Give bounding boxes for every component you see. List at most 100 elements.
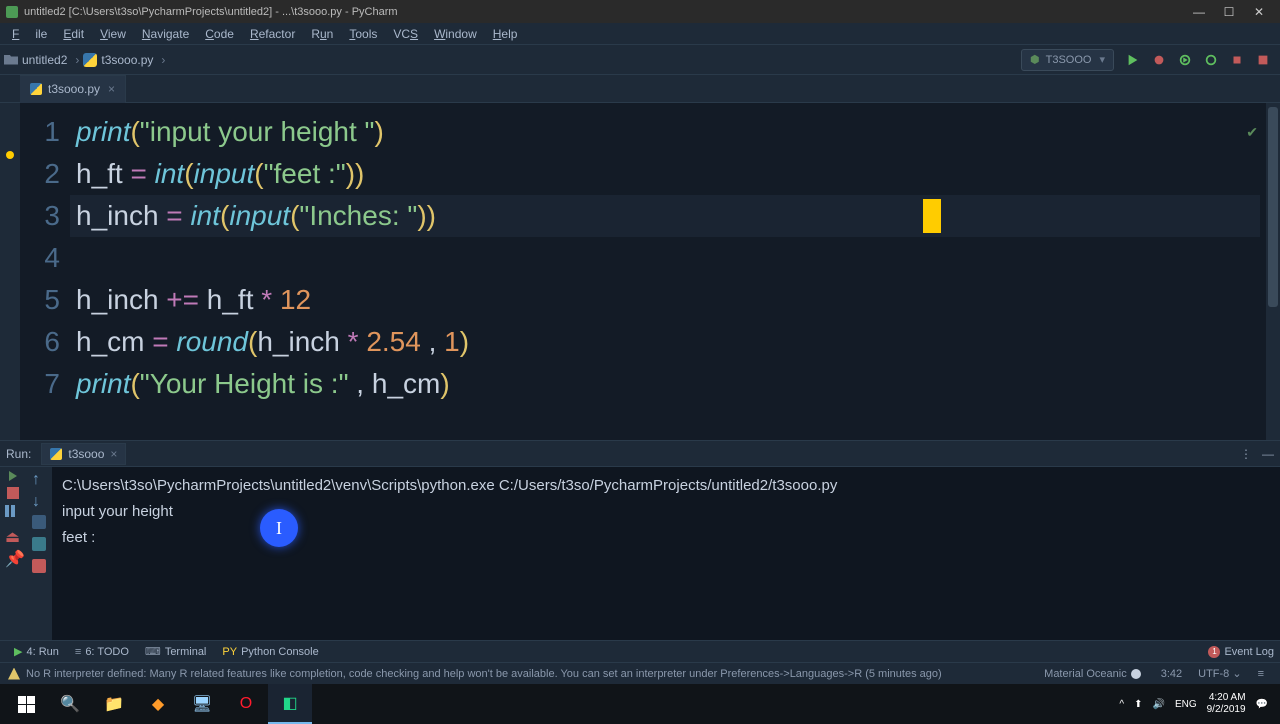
tab-label: t3sooo.py <box>48 82 100 96</box>
run-label: Run: <box>6 447 31 461</box>
tray-chevron-icon[interactable]: ^ <box>1119 699 1124 710</box>
run-coverage-button[interactable] <box>1174 49 1196 71</box>
tool-todo[interactable]: ≡6: TODO <box>67 644 137 660</box>
run-header: Run: t3sooo × ⋮ — <box>0 441 1280 467</box>
pycharm-button[interactable]: ◧ <box>268 684 312 724</box>
menu-window[interactable]: Window <box>426 25 485 43</box>
debug-button[interactable] <box>1148 49 1170 71</box>
folder-icon <box>4 55 18 65</box>
run-toolbar-left-2: ↑ ↓ <box>26 467 52 640</box>
console-line: C:\Users\t3so\PycharmProjects\untitled2\… <box>62 473 1270 499</box>
profile-button[interactable] <box>1200 49 1222 71</box>
pin-icon[interactable]: 📌 <box>5 549 21 565</box>
run-button[interactable] <box>1122 49 1144 71</box>
console-output[interactable]: C:\Users\t3so\PycharmProjects\untitled2\… <box>52 467 1280 640</box>
tray-clock[interactable]: 4:20 AM9/2/2019 <box>1207 692 1246 716</box>
breadcrumb-file[interactable]: t3sooo.py <box>101 53 153 67</box>
menu-refactor[interactable]: Refactor <box>242 25 303 43</box>
code-editor[interactable]: 123 456 7 ✔ print("input your height ") … <box>0 103 1280 440</box>
gutter-marker-icon <box>6 151 14 159</box>
menu-code[interactable]: Code <box>197 25 242 43</box>
editor-tab-row: t3sooo.py × <box>0 75 1280 103</box>
tool-python-console[interactable]: PYPython Console <box>214 644 326 660</box>
code-area[interactable]: ✔ print("input your height ") h_ft = int… <box>70 103 1280 440</box>
tray-volume-icon[interactable]: 🔊 <box>1152 699 1164 710</box>
trash-icon[interactable] <box>32 559 46 573</box>
python-file-icon <box>30 83 42 95</box>
run-toolbar-left: ⏏ 📌 <box>0 467 26 640</box>
run-tool-window: Run: t3sooo × ⋮ — ⏏ 📌 ↑ ↓ C:\Users\t3so\… <box>0 440 1280 640</box>
scrollbar-thumb[interactable] <box>1268 107 1278 307</box>
run-tab-label: t3sooo <box>68 447 104 461</box>
minimize-button[interactable]: — <box>1184 0 1214 23</box>
menu-run[interactable]: Run <box>303 25 341 43</box>
warning-icon <box>8 668 20 680</box>
line-separator-icon[interactable]: ≡ <box>1258 668 1264 680</box>
menu-navigate[interactable]: Navigate <box>134 25 197 43</box>
event-count-badge: 1 <box>1208 646 1220 658</box>
rerun-icon[interactable] <box>9 471 17 481</box>
app-button[interactable]: 🖥 <box>180 684 224 724</box>
sublime-button[interactable]: ◆ <box>136 684 180 724</box>
status-message[interactable]: No R interpreter defined: Many R related… <box>26 668 942 680</box>
bottom-tool-bar: ▶4: Run ≡6: TODO ⌨Terminal PYPython Cons… <box>0 640 1280 662</box>
menu-help[interactable]: Help <box>485 25 526 43</box>
system-tray[interactable]: ^ ⬆ 🔊 ENG 4:20 AM9/2/2019 💬 <box>1119 692 1276 716</box>
tool-terminal[interactable]: ⌨Terminal <box>137 643 214 660</box>
run-tab[interactable]: t3sooo × <box>41 443 126 465</box>
app-icon <box>6 6 18 18</box>
run-config-selector[interactable]: ⬢ T3SOOO ▾ <box>1021 49 1114 71</box>
theme-indicator[interactable]: Material Oceanic <box>1044 668 1145 680</box>
chevron-down-icon: ▾ <box>1099 53 1105 66</box>
tray-network-icon[interactable]: ⬆ <box>1134 699 1142 710</box>
chevron-right-icon: › <box>75 53 79 67</box>
stop-button[interactable] <box>1226 49 1248 71</box>
navigation-bar: untitled2 › t3sooo.py › ⬢ T3SOOO ▾ <box>0 45 1280 75</box>
windows-taskbar: 🔍 📁 ◆ 🖥 O ◧ ^ ⬆ 🔊 ENG 4:20 AM9/2/2019 💬 <box>0 684 1280 724</box>
run-tab-close-icon[interactable]: × <box>110 447 117 461</box>
tool-event-log[interactable]: 1 Event Log <box>1208 646 1274 658</box>
print-icon[interactable] <box>32 537 46 551</box>
window-titlebar: untitled2 [C:\Users\t3so\PycharmProjects… <box>0 0 1280 23</box>
breadcrumb-project[interactable]: untitled2 <box>22 53 67 67</box>
down-icon[interactable]: ↓ <box>32 493 46 507</box>
soft-wrap-icon[interactable] <box>32 515 46 529</box>
editor-scrollbar[interactable] <box>1266 103 1280 440</box>
menu-vcs[interactable]: VCS <box>385 25 426 43</box>
file-explorer-button[interactable]: 📁 <box>92 684 136 724</box>
bug-icon: ⬢ <box>1030 53 1040 66</box>
editor-tab[interactable]: t3sooo.py × <box>20 75 126 103</box>
menu-edit[interactable]: Edit <box>55 25 92 43</box>
menu-bar: File Edit View Navigate Code Refactor Ru… <box>0 23 1280 45</box>
exit-icon[interactable]: ⏏ <box>5 527 21 543</box>
tool-run[interactable]: ▶4: Run <box>6 643 67 660</box>
hide-panel-icon[interactable]: — <box>1262 447 1274 461</box>
window-title: untitled2 [C:\Users\t3so\PycharmProjects… <box>24 6 398 18</box>
tab-close-icon[interactable]: × <box>108 82 115 96</box>
stop-icon[interactable] <box>7 487 19 499</box>
gutter <box>0 103 20 440</box>
pause-icon[interactable] <box>5 505 21 521</box>
menu-file[interactable]: File <box>4 25 55 43</box>
run-settings-icon[interactable]: ⋮ <box>1240 447 1252 461</box>
console-line: feet : <box>62 525 1270 551</box>
tray-notifications-icon[interactable]: 💬 <box>1256 699 1268 710</box>
python-file-icon <box>83 53 97 67</box>
search-button[interactable]: 🔍 <box>48 684 92 724</box>
caret-position[interactable]: 3:42 <box>1161 668 1182 680</box>
close-button[interactable]: ✕ <box>1244 0 1274 23</box>
start-button[interactable] <box>4 684 48 724</box>
maximize-button[interactable]: ☐ <box>1214 0 1244 23</box>
menu-view[interactable]: View <box>92 25 134 43</box>
opera-button[interactable]: O <box>224 684 268 724</box>
line-numbers: 123 456 7 <box>20 103 70 440</box>
chevron-right-icon: › <box>161 53 165 67</box>
tray-language[interactable]: ENG <box>1175 699 1197 710</box>
menu-tools[interactable]: Tools <box>341 25 385 43</box>
text-cursor-indicator: I <box>260 509 298 547</box>
search-everywhere-button[interactable] <box>1252 49 1274 71</box>
status-bar: No R interpreter defined: Many R related… <box>0 662 1280 684</box>
console-line: input your height <box>62 499 1270 525</box>
up-icon[interactable]: ↑ <box>32 471 46 485</box>
encoding[interactable]: UTF-8 ⌄ <box>1198 667 1241 680</box>
